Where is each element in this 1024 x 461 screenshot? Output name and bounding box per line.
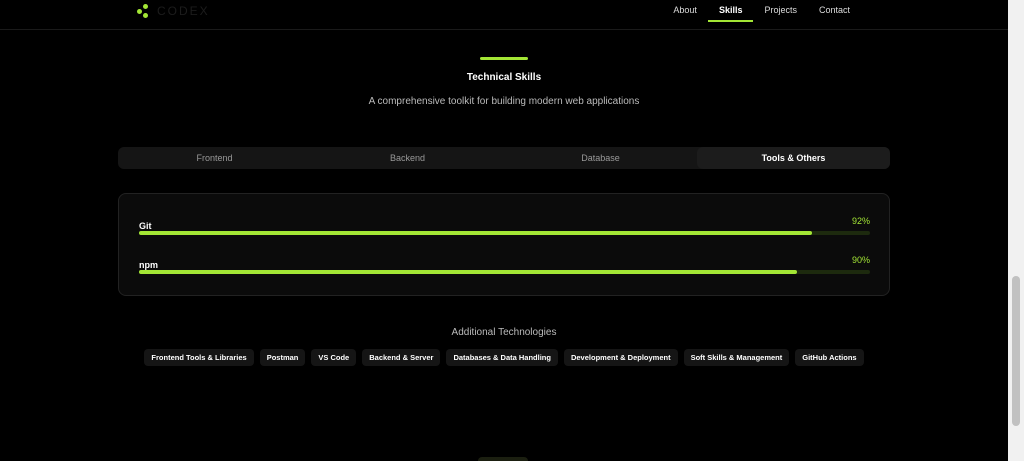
skill-item: npm 90% (139, 255, 870, 274)
logo-icon (137, 4, 149, 18)
nav-about[interactable]: About (662, 0, 708, 22)
navbar: CODEX About Skills Projects Contact (0, 0, 1008, 30)
skill-name: Git (139, 221, 152, 231)
section-subtitle: A comprehensive toolkit for building mod… (368, 96, 640, 107)
scrollbar-thumb[interactable] (1012, 276, 1020, 426)
tech-chip: GitHub Actions (795, 349, 864, 366)
tech-chip: Backend & Server (362, 349, 441, 366)
tab-tools-others[interactable]: Tools & Others (697, 147, 890, 169)
tech-chip: Databases & Data Handling (446, 349, 558, 366)
tech-chip: Frontend Tools & Libraries (144, 349, 254, 366)
logo[interactable]: CODEX (137, 4, 210, 18)
skill-tabs: Frontend Backend Database Tools & Others (118, 147, 890, 169)
progress-fill (139, 231, 812, 235)
tab-frontend[interactable]: Frontend (118, 147, 311, 169)
tab-backend[interactable]: Backend (311, 147, 504, 169)
progress-track (139, 270, 870, 274)
logo-text: CODEX (157, 4, 210, 18)
skill-percent: 92% (851, 216, 870, 226)
tech-chips: Frontend Tools & Libraries Postman VS Co… (0, 349, 1008, 366)
skills-card: Git 92% npm 90% (118, 193, 890, 296)
skill-percent: 90% (851, 255, 870, 265)
progress-track (139, 231, 870, 235)
tab-database[interactable]: Database (504, 147, 697, 169)
progress-fill (139, 270, 797, 274)
nav-projects[interactable]: Projects (753, 0, 808, 22)
tech-chip: Postman (259, 349, 306, 366)
nav-contact[interactable]: Contact (808, 0, 861, 22)
skill-item: Git 92% (139, 216, 870, 235)
tech-chip: VS Code (311, 349, 357, 366)
section-title: Technical Skills (466, 72, 542, 83)
tech-chip: Development & Deployment (563, 349, 678, 366)
scrollbar[interactable] (1008, 0, 1024, 461)
skill-name: npm (139, 260, 158, 270)
nav-skills[interactable]: Skills (707, 0, 754, 22)
additional-title: Additional Technologies (451, 327, 557, 338)
tech-chip: Soft Skills & Management (683, 349, 790, 366)
next-section-accent (478, 457, 528, 461)
title-accent-bar (480, 57, 528, 60)
